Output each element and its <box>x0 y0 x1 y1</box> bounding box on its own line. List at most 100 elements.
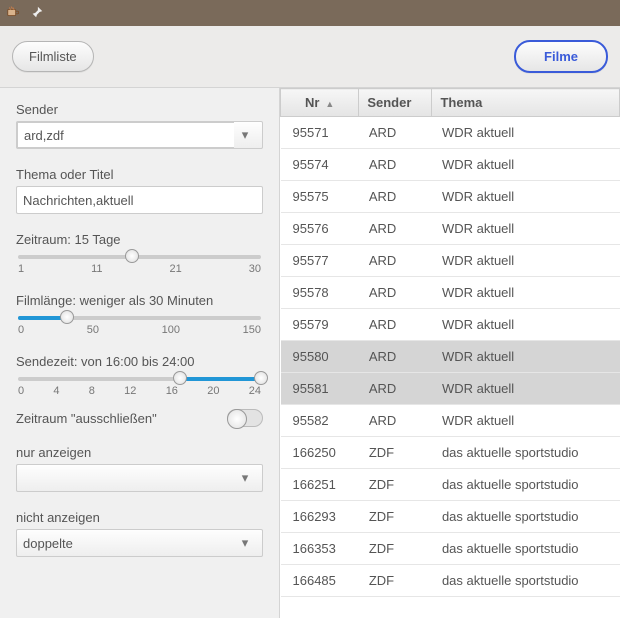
cell-sender: ARD <box>359 213 432 245</box>
table-row[interactable]: 95571ARDWDR aktuell <box>281 117 620 149</box>
cell-thema: WDR aktuell <box>432 245 620 277</box>
cell-sender: ARD <box>359 149 432 181</box>
cell-nr: 95578 <box>281 277 359 309</box>
cell-sender: ZDF <box>359 565 432 597</box>
nicht-anzeigen-select[interactable]: doppelte ▾ <box>16 529 263 557</box>
ausschliessen-label: Zeitraum "ausschließen" <box>16 411 157 426</box>
zeitraum-slider[interactable] <box>18 255 261 259</box>
cell-sender: ARD <box>359 405 432 437</box>
zeitraum-ticks: 1112130 <box>16 263 263 275</box>
cell-nr: 95577 <box>281 245 359 277</box>
sendezeit-thumb-low[interactable] <box>173 371 187 385</box>
cell-sender: ARD <box>359 277 432 309</box>
cell-nr: 166250 <box>281 437 359 469</box>
chevron-down-icon[interactable]: ▾ <box>234 535 256 551</box>
cell-nr: 95575 <box>281 181 359 213</box>
cell-nr: 95582 <box>281 405 359 437</box>
cell-sender: ZDF <box>359 437 432 469</box>
cell-nr: 95579 <box>281 309 359 341</box>
cell-thema: WDR aktuell <box>432 309 620 341</box>
sendezeit-thumb-high[interactable] <box>254 371 268 385</box>
cell-thema: das aktuelle sportstudio <box>432 533 620 565</box>
cell-nr: 166353 <box>281 533 359 565</box>
cell-nr: 95574 <box>281 149 359 181</box>
nicht-anzeigen-label: nicht anzeigen <box>16 510 263 525</box>
sender-value[interactable]: ard,zdf <box>17 122 234 148</box>
cell-sender: ARD <box>359 245 432 277</box>
table-row[interactable]: 166251ZDFdas aktuelle sportstudio <box>281 469 620 501</box>
table-row[interactable]: 95578ARDWDR aktuell <box>281 277 620 309</box>
sender-label: Sender <box>16 102 263 117</box>
filme-button[interactable]: Filme <box>514 40 608 73</box>
results-table: Nr▲ Sender Thema 95571ARDWDR aktuell9557… <box>280 88 620 618</box>
filmlaenge-ticks: 050100150 <box>16 324 263 336</box>
cell-thema: WDR aktuell <box>432 373 620 405</box>
table-row[interactable]: 166293ZDFdas aktuelle sportstudio <box>281 501 620 533</box>
cell-nr: 95580 <box>281 341 359 373</box>
cell-nr: 95571 <box>281 117 359 149</box>
table-row[interactable]: 166353ZDFdas aktuelle sportstudio <box>281 533 620 565</box>
cell-nr: 95576 <box>281 213 359 245</box>
ausschliessen-toggle[interactable] <box>227 409 263 427</box>
cell-sender: ZDF <box>359 501 432 533</box>
thema-label: Thema oder Titel <box>16 167 263 182</box>
chevron-down-icon[interactable]: ▾ <box>234 470 256 486</box>
cell-sender: ARD <box>359 309 432 341</box>
sendezeit-slider[interactable] <box>18 377 261 381</box>
sendezeit-label: Sendezeit: von 16:00 bis 24:00 <box>16 354 263 369</box>
cell-thema: WDR aktuell <box>432 213 620 245</box>
thema-value: Nachrichten,aktuell <box>23 193 134 208</box>
chevron-down-icon[interactable]: ▾ <box>234 127 256 143</box>
col-sender[interactable]: Sender <box>359 89 432 117</box>
nicht-anzeigen-value: doppelte <box>23 536 73 551</box>
sendezeit-fill <box>180 377 261 381</box>
app-icon <box>6 5 20 22</box>
cell-thema: das aktuelle sportstudio <box>432 469 620 501</box>
sendezeit-ticks: 04812162024 <box>16 385 263 397</box>
cell-thema: WDR aktuell <box>432 405 620 437</box>
cell-nr: 166251 <box>281 469 359 501</box>
cell-thema: WDR aktuell <box>432 117 620 149</box>
cell-nr: 95581 <box>281 373 359 405</box>
col-thema[interactable]: Thema <box>432 89 620 117</box>
filter-sidebar: Sender ard,zdf ▾ Thema oder Titel Nachri… <box>0 88 280 618</box>
cell-thema: WDR aktuell <box>432 277 620 309</box>
cell-sender: ARD <box>359 117 432 149</box>
cell-thema: das aktuelle sportstudio <box>432 437 620 469</box>
nur-anzeigen-label: nur anzeigen <box>16 445 263 460</box>
nur-anzeigen-select[interactable]: ▾ <box>16 464 263 492</box>
table-row[interactable]: 95576ARDWDR aktuell <box>281 213 620 245</box>
col-nr[interactable]: Nr▲ <box>281 89 359 117</box>
table-row[interactable]: 95577ARDWDR aktuell <box>281 245 620 277</box>
table-row[interactable]: 95579ARDWDR aktuell <box>281 309 620 341</box>
table-row[interactable]: 95582ARDWDR aktuell <box>281 405 620 437</box>
table-row[interactable]: 166250ZDFdas aktuelle sportstudio <box>281 437 620 469</box>
cell-nr: 166485 <box>281 565 359 597</box>
thema-input[interactable]: Nachrichten,aktuell <box>16 186 263 214</box>
cell-sender: ZDF <box>359 469 432 501</box>
cell-nr: 166293 <box>281 501 359 533</box>
cell-sender: ARD <box>359 181 432 213</box>
cell-thema: das aktuelle sportstudio <box>432 501 620 533</box>
table-row[interactable]: 166485ZDFdas aktuelle sportstudio <box>281 565 620 597</box>
zeitraum-label: Zeitraum: 15 Tage <box>16 232 263 247</box>
filmliste-button[interactable]: Filmliste <box>12 41 94 72</box>
filmlaenge-slider[interactable] <box>18 316 261 320</box>
cell-thema: WDR aktuell <box>432 341 620 373</box>
cell-sender: ARD <box>359 341 432 373</box>
filmlaenge-thumb[interactable] <box>60 310 74 324</box>
cell-thema: WDR aktuell <box>432 181 620 213</box>
pin-icon[interactable] <box>30 5 44 22</box>
titlebar <box>0 0 620 26</box>
filmlaenge-label: Filmlänge: weniger als 30 Minuten <box>16 293 263 308</box>
table-row[interactable]: 95574ARDWDR aktuell <box>281 149 620 181</box>
sender-combo[interactable]: ard,zdf ▾ <box>16 121 263 149</box>
table-row[interactable]: 95580ARDWDR aktuell <box>281 341 620 373</box>
table-row[interactable]: 95575ARDWDR aktuell <box>281 181 620 213</box>
cell-thema: das aktuelle sportstudio <box>432 565 620 597</box>
cell-sender: ARD <box>359 373 432 405</box>
table-row[interactable]: 95581ARDWDR aktuell <box>281 373 620 405</box>
cell-thema: WDR aktuell <box>432 149 620 181</box>
toolbar: Filmliste Filme <box>0 26 620 88</box>
zeitraum-thumb[interactable] <box>125 249 139 263</box>
